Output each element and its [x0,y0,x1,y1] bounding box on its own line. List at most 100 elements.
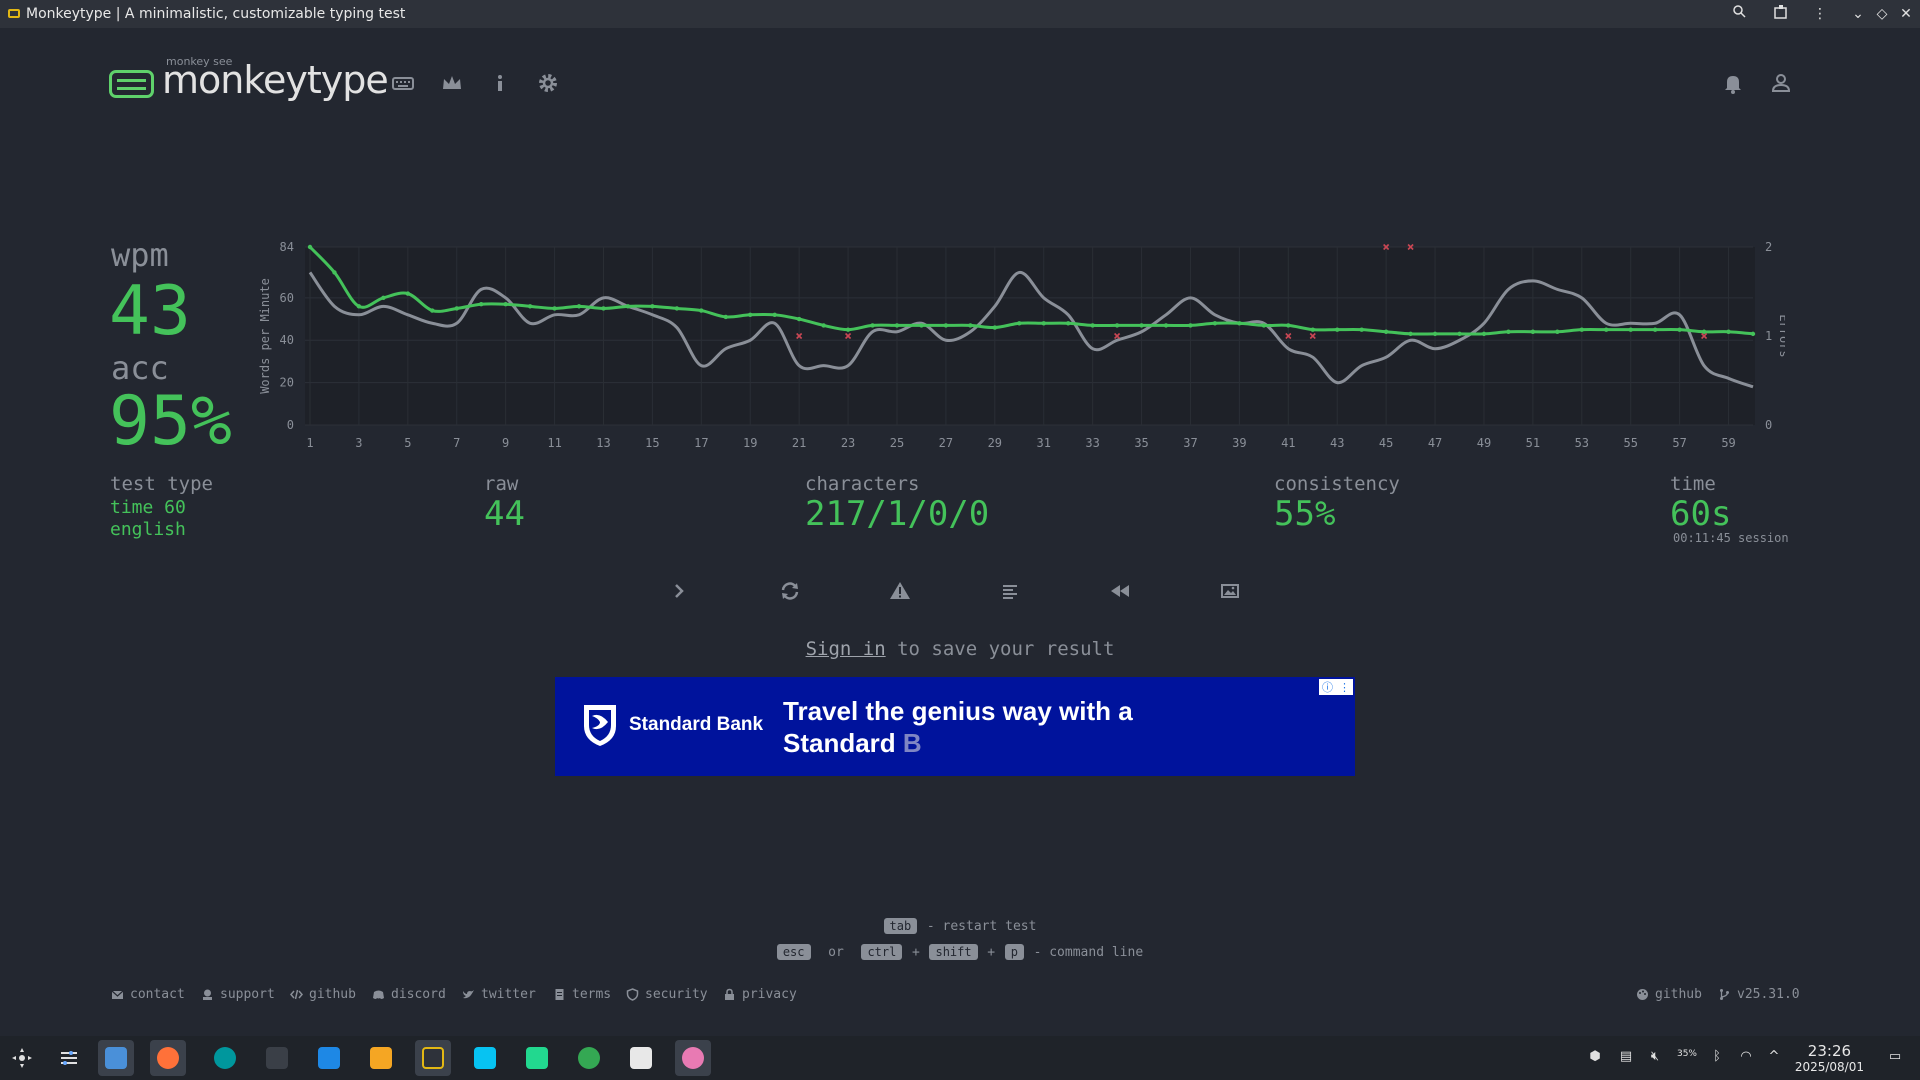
align-left-icon[interactable] [997,578,1023,604]
footer-privacy[interactable]: privacy [723,987,797,1002]
footer-support[interactable]: support [201,987,275,1002]
extensions-icon[interactable] [1771,4,1791,24]
signin-prompt: Sign in to save your result [0,638,1920,660]
document-viewer-icon[interactable] [623,1040,659,1076]
chart-plot-area [305,247,1755,425]
clipboard-icon[interactable]: ▤ [1617,1049,1635,1067]
terminal-icon[interactable] [259,1040,295,1076]
signin-text: to save your result [885,638,1115,660]
chart-y-tick-label: 40 [280,333,294,347]
footer-github-right-label: github [1655,987,1702,1002]
kebab-menu-icon[interactable]: ⋮ [1810,4,1830,24]
footer-twitter[interactable]: twitter [462,987,536,1002]
chart-y2-tick-label: 2 [1765,240,1772,254]
footer-version[interactable]: v25.31.0 [1718,987,1800,1002]
ad-banner[interactable]: Standard Bank Travel the genius way with… [555,677,1355,776]
monkeytype-app-icon[interactable] [415,1040,451,1076]
arduino-icon[interactable] [207,1040,243,1076]
crown-icon[interactable] [439,70,465,96]
wpm-chart[interactable]: 020406084 012 1 3 5 7 9 11 13 15 17 19 21 23 25 27 29 3… [255,230,1785,460]
media-app-icon[interactable] [675,1040,711,1076]
footer-security[interactable]: security [626,987,708,1002]
chrome-icon[interactable] [571,1040,607,1076]
bluetooth-icon[interactable]: ᛒ [1708,1049,1726,1067]
chart-x-tick-label: 31 [1037,436,1051,450]
text-editor-icon[interactable] [363,1040,399,1076]
zoom-icon[interactable] [1729,4,1749,24]
chart-point-wpm [1701,329,1707,334]
show-desktop-icon[interactable]: ▭ [1886,1049,1904,1067]
signin-link[interactable]: Sign in [806,638,886,660]
logo-text[interactable]: monkeytype [162,58,389,102]
wpm-value: 43 [109,272,191,351]
chart-point-wpm [821,323,826,328]
app-launcher-icon[interactable] [4,1040,40,1076]
ad-menu-icon[interactable]: ⋮ [1339,681,1350,694]
chart-point-wpm [772,312,777,318]
info-icon[interactable] [487,70,513,96]
refresh-icon[interactable] [777,578,803,604]
chart-point-wpm [1432,331,1438,337]
clock-time: 23:26 [1807,1042,1852,1060]
bell-icon[interactable] [1720,70,1746,96]
palette-icon [1637,989,1648,1000]
chart-point-wpm [723,314,728,320]
keyboard-icon[interactable] [390,70,416,96]
gear-icon[interactable] [535,70,561,96]
clion-icon[interactable] [519,1040,555,1076]
wifi-icon[interactable]: ◠ [1737,1049,1755,1067]
webstorm-icon[interactable] [467,1040,503,1076]
chart-point-wpm [1261,323,1267,328]
minimize-icon[interactable]: ⌄ [1848,4,1868,24]
rewind-icon[interactable] [1107,578,1133,604]
user-icon[interactable] [1768,70,1794,96]
chart-point-wpm [576,304,582,309]
battery-icon[interactable]: 35% [1675,1049,1699,1067]
chart-x-tick-label: 5 [404,436,411,450]
volume-muted-icon[interactable]: 🔇︎ [1646,1049,1664,1067]
chart-point-wpm [796,316,802,322]
time-label: time [1670,473,1716,495]
footer-contact[interactable]: contact [111,987,185,1002]
tray-expand-icon[interactable]: ^ [1765,1049,1783,1067]
chart-point-wpm [454,306,459,311]
ad-info-badge[interactable]: ⓘ ⋮ [1319,679,1353,695]
footer-privacy-label: privacy [742,987,797,1002]
footer-terms[interactable]: terms [553,987,611,1002]
maximize-icon[interactable]: ◇ [1872,4,1892,24]
clock[interactable]: 23:26 2025/08/01 [1795,1042,1864,1074]
footer-discord[interactable]: discord [372,987,446,1002]
vscode-icon[interactable] [311,1040,347,1076]
chart-x-tick-label: 7 [453,436,460,450]
footer-discord-label: discord [391,987,446,1002]
chart-point-wpm [1579,327,1584,332]
next-test-icon[interactable] [666,578,692,604]
file-manager-icon[interactable] [98,1040,134,1076]
tray-package-icon[interactable]: ⬢ [1586,1049,1604,1067]
chart-point-wpm [1237,321,1242,326]
logo-icon[interactable] [109,70,154,98]
firefox-icon[interactable] [150,1040,186,1076]
chart-point-wpm [356,304,362,309]
chart-point-wpm [552,306,557,311]
time-value: 60s [1670,494,1732,534]
chart-point-wpm [1677,327,1682,332]
chart-x-tick-label: 55 [1623,436,1637,450]
ad-info-icon[interactable]: ⓘ [1322,679,1333,695]
image-icon[interactable] [1217,578,1243,604]
chart-point-wpm [1017,321,1022,326]
discord-icon [373,990,384,999]
command-hint-text: - command line [1033,945,1144,960]
warning-icon[interactable] [887,578,913,604]
donate-icon [203,989,212,1000]
chart-x-tick-label: 29 [988,436,1002,450]
key-esc: esc [776,944,811,960]
close-icon[interactable]: ✕ [1896,4,1916,24]
chart-point-wpm [1530,329,1536,334]
footer-github-right[interactable]: github [1636,987,1702,1002]
session-time: 00:11:45 session [1673,531,1789,545]
chart-point-wpm [1139,323,1144,328]
footer-github[interactable]: github [290,987,356,1002]
taskbar-settings-icon[interactable] [51,1040,87,1076]
footer-version-label: v25.31.0 [1737,987,1800,1002]
